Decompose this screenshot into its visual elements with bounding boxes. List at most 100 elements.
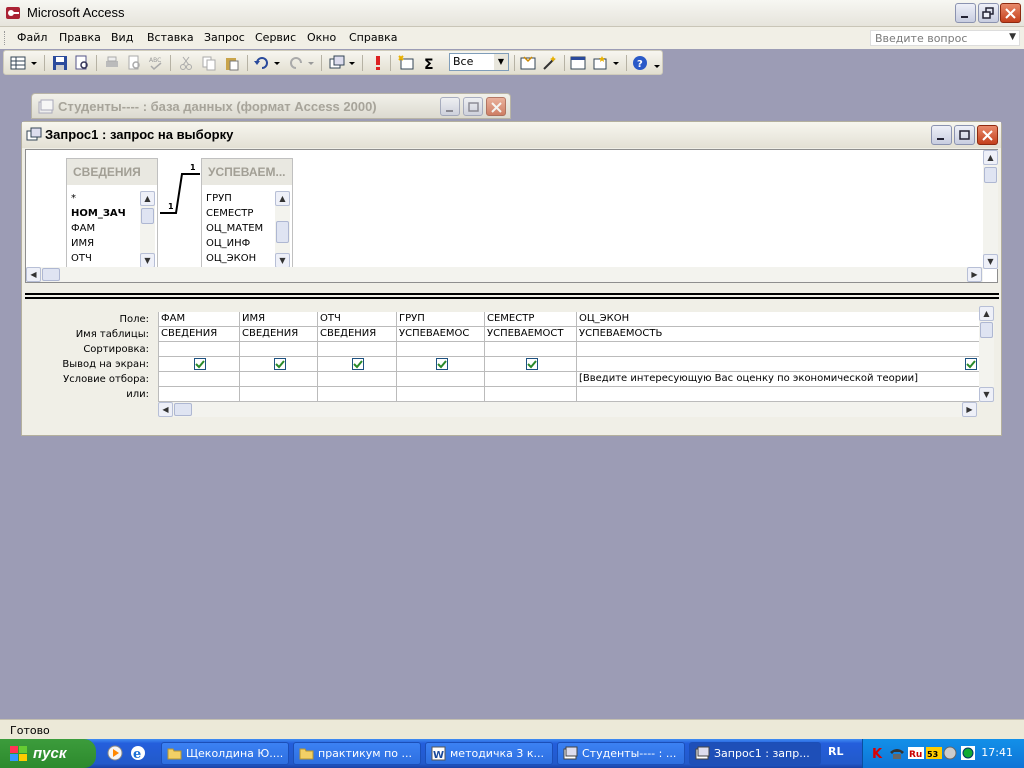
build-wand-icon[interactable] [542, 55, 558, 71]
show-table-icon[interactable] [398, 55, 414, 71]
scroll-up-icon[interactable]: ▲ [983, 150, 998, 165]
task-query[interactable]: Запрос1 : запр... [689, 742, 821, 765]
grid-column[interactable]: ФАМ СВЕДЕНИЯ [159, 312, 240, 402]
scroll-down-icon[interactable]: ▼ [979, 387, 994, 402]
menu-query[interactable]: Запрос [204, 31, 245, 44]
grid-show-cell[interactable] [577, 357, 979, 372]
grid-field-cell[interactable]: ОТЧ [318, 312, 396, 327]
grid-column[interactable]: ГРУП УСПЕВАЕМОС [397, 312, 485, 402]
grid-criteria-cell[interactable] [485, 372, 576, 387]
grid-table-cell[interactable]: УСПЕВАЕМОСТ [485, 327, 576, 342]
scroll-thumb[interactable] [174, 403, 192, 416]
print-icon[interactable] [104, 55, 120, 71]
grid-show-cell[interactable] [318, 357, 396, 372]
pane-splitter[interactable] [25, 293, 999, 299]
kaspersky-icon[interactable]: K [871, 746, 885, 760]
table-pane-vscroll[interactable]: ▲ ▼ [983, 150, 998, 269]
app-minimize-button[interactable] [955, 3, 976, 23]
menu-grip[interactable] [4, 31, 8, 45]
scroll-thumb[interactable] [276, 221, 289, 243]
scroll-up-icon[interactable]: ▲ [140, 191, 155, 206]
grid-hscroll[interactable]: ◀ ▶ [158, 402, 977, 417]
scroll-thumb[interactable] [984, 167, 997, 183]
db-maximize-button[interactable] [463, 97, 483, 116]
menu-view[interactable]: Вид [111, 31, 133, 44]
scroll-down-icon[interactable]: ▼ [140, 253, 155, 268]
grid-table-cell[interactable]: СВЕДЕНИЯ [159, 327, 239, 342]
totals-sigma-icon[interactable]: Σ [422, 55, 438, 71]
toolbar-options-icon[interactable] [653, 55, 661, 71]
run-exclamation-icon[interactable] [370, 55, 386, 71]
scroll-down-icon[interactable]: ▼ [983, 254, 998, 269]
redo-icon[interactable] [288, 55, 304, 71]
new-object-dropdown-icon[interactable] [611, 55, 621, 71]
grid-table-cell[interactable]: УСПЕВАЕМОСТЬ [577, 327, 979, 342]
grid-sort-cell[interactable] [240, 342, 317, 357]
grid-sort-cell[interactable] [485, 342, 576, 357]
table-title[interactable]: СВЕДЕНИЯ [67, 159, 157, 185]
show-checkbox[interactable] [352, 358, 364, 370]
menu-file[interactable]: Файл [17, 31, 47, 44]
show-checkbox[interactable] [965, 358, 977, 370]
phone-icon[interactable] [889, 746, 905, 760]
db-close-button[interactable] [486, 97, 506, 116]
network-icon[interactable] [961, 746, 975, 760]
grid-column[interactable]: ОЦ_ЭКОН УСПЕВАЕМОСТЬ [Введите интересующ… [577, 312, 979, 402]
grid-or-cell[interactable] [485, 387, 576, 402]
grid-field-cell[interactable]: ГРУП [397, 312, 484, 327]
app-close-button[interactable] [1000, 3, 1021, 23]
grid-criteria-cell[interactable] [159, 372, 239, 387]
field-item[interactable]: ОЦ_ЭКОН [206, 251, 276, 266]
grid-sort-cell[interactable] [397, 342, 484, 357]
grid-field-cell[interactable]: ФАМ [159, 312, 239, 327]
query-minimize-button[interactable] [931, 125, 952, 145]
ask-question-box[interactable]: Введите вопрос ▼ [870, 30, 1020, 46]
field-list-scrollbar[interactable]: ▲ ▼ [275, 191, 290, 269]
clock[interactable]: 17:41 [981, 746, 1013, 759]
paste-icon[interactable] [224, 55, 240, 71]
menu-window[interactable]: Окно [307, 31, 336, 44]
grid-or-cell[interactable] [318, 387, 396, 402]
table-svedeniya[interactable]: СВЕДЕНИЯ * НОМ_ЗАЧ ФАМ ИМЯ ОТЧ ▲ ▼ [66, 158, 158, 270]
table-pane[interactable]: СВЕДЕНИЯ * НОМ_ЗАЧ ФАМ ИМЯ ОТЧ ▲ ▼ 1 1 У… [25, 149, 998, 283]
grid-show-cell[interactable] [159, 357, 239, 372]
query-type-dropdown-icon[interactable] [347, 55, 357, 71]
query-maximize-button[interactable] [954, 125, 975, 145]
scroll-right-icon[interactable]: ▶ [967, 267, 982, 282]
help-icon[interactable]: ? [632, 55, 648, 71]
scroll-left-icon[interactable]: ◀ [158, 402, 173, 417]
show-checkbox[interactable] [525, 358, 538, 370]
field-item[interactable]: ИМЯ [71, 236, 141, 251]
scroll-left-icon[interactable]: ◀ [26, 267, 41, 282]
view-dropdown-icon[interactable] [29, 55, 39, 71]
task-word[interactable]: Wметодичка 3 к... [425, 742, 553, 765]
grid-table-cell[interactable]: СВЕДЕНИЯ [240, 327, 317, 342]
media-player-icon[interactable] [107, 745, 123, 761]
relationship-line[interactable]: 1 1 [160, 158, 204, 218]
table-title[interactable]: УСПЕВАЕМ... [202, 159, 292, 185]
db-minimize-button[interactable] [440, 97, 460, 116]
table-pane-hscroll[interactable]: ◀ ▶ [26, 267, 983, 282]
menu-tools[interactable]: Сервис [255, 31, 296, 44]
show-checkbox[interactable] [273, 358, 286, 370]
table-uspevaemost[interactable]: УСПЕВАЕМ... ГРУП СЕМЕСТР ОЦ_МАТЕМ ОЦ_ИНФ… [201, 158, 293, 270]
grid-vscroll[interactable]: ▲ ▼ [979, 306, 994, 402]
grid-sort-cell[interactable] [318, 342, 396, 357]
internet-explorer-icon[interactable]: e [130, 745, 146, 761]
print-preview-icon[interactable] [126, 55, 142, 71]
redo-dropdown-icon[interactable] [306, 55, 316, 71]
show-checkbox[interactable] [194, 358, 206, 370]
grid-show-cell[interactable] [485, 357, 576, 372]
grid-field-cell[interactable]: ИМЯ [240, 312, 317, 327]
view-grid-icon[interactable] [10, 55, 26, 71]
grid-criteria-cell[interactable] [318, 372, 396, 387]
grid-criteria-cell[interactable] [240, 372, 317, 387]
app-restore-button[interactable] [978, 3, 999, 23]
grid-table-cell[interactable]: СВЕДЕНИЯ [318, 327, 396, 342]
field-list-scrollbar[interactable]: ▲ ▼ [140, 191, 155, 269]
scroll-thumb[interactable] [42, 268, 60, 281]
field-item[interactable]: ФАМ [71, 221, 141, 236]
task-database[interactable]: Студенты---- : ... [557, 742, 685, 765]
field-item[interactable]: ОТЧ [71, 251, 141, 266]
grid-sort-cell[interactable] [577, 342, 979, 357]
